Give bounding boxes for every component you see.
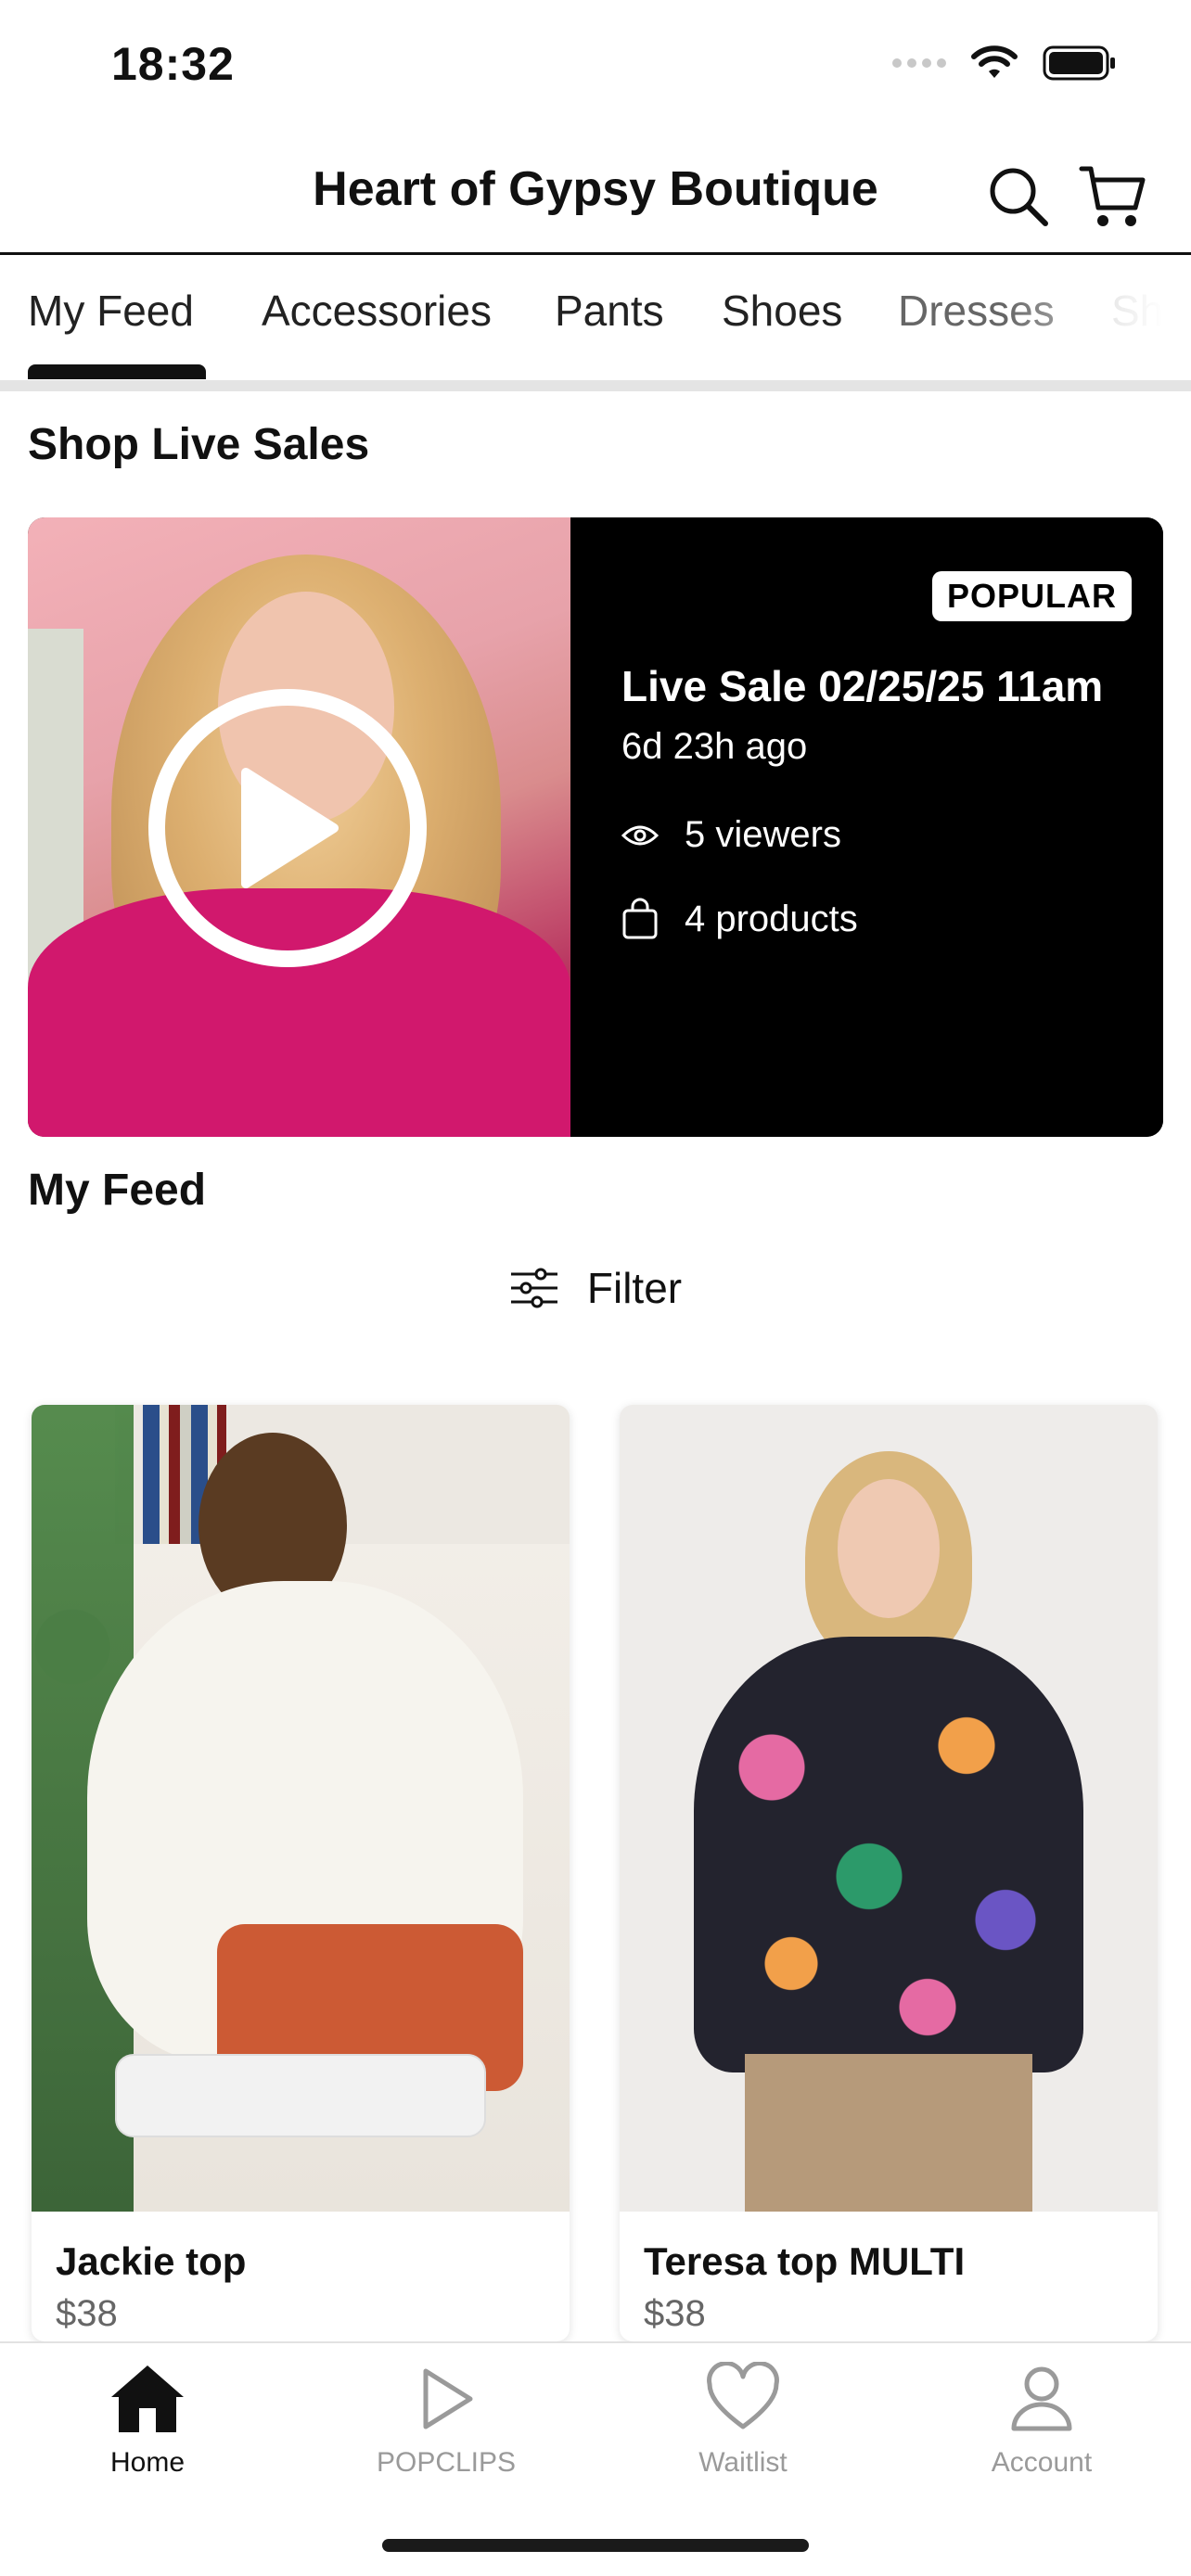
product-card-jackie-top[interactable]: Jackie top $38 <box>32 1405 570 2341</box>
category-tabs: My Feed Accessories Pants Shoes Dresses … <box>0 258 1191 383</box>
filter-button[interactable]: Filter <box>0 1263 1191 1313</box>
status-time: 18:32 <box>111 38 235 90</box>
home-indicator <box>382 2539 809 2552</box>
tab-accessories[interactable]: Accessories <box>262 286 492 336</box>
viewers-count: 5 viewers <box>685 814 841 855</box>
shopping-bag-icon <box>622 898 658 939</box>
tabs-fade <box>1005 258 1191 369</box>
status-bar: 18:32 <box>0 0 1191 130</box>
battery-icon <box>1043 45 1115 81</box>
app-header: Heart of Gypsy Boutique <box>0 139 1191 255</box>
tab-shoes[interactable]: Shoes <box>722 286 842 336</box>
product-price: $38 <box>56 2293 118 2334</box>
tab-active-indicator <box>28 364 206 379</box>
nav-account[interactable]: Account <box>926 2362 1158 2479</box>
nav-label: Home <box>109 2447 186 2478</box>
product-name: Jackie top <box>56 2239 247 2283</box>
popular-badge: POPULAR <box>931 571 1132 621</box>
nav-label: Waitlist <box>698 2447 788 2478</box>
status-icons <box>892 45 1117 82</box>
my-feed-heading: My Feed <box>28 1166 207 1215</box>
search-icon <box>990 168 1048 226</box>
tab-pants[interactable]: Pants <box>555 286 664 336</box>
play-icon <box>241 768 339 888</box>
products-stat: 4 products <box>621 898 858 940</box>
live-sale-info: POPULAR Live Sale 02/25/25 11am 6d 23h a… <box>570 517 1163 1137</box>
home-icon <box>111 2366 184 2432</box>
play-icon <box>423 2368 473 2429</box>
nav-home[interactable]: Home <box>32 2362 263 2479</box>
product-name: Teresa top MULTI <box>644 2239 966 2283</box>
product-image <box>32 1405 570 2212</box>
heart-icon <box>707 2362 779 2429</box>
live-sale-thumbnail <box>28 517 570 1137</box>
search-button[interactable] <box>981 159 1056 234</box>
tabs-divider <box>0 380 1191 391</box>
cart-icon <box>1079 166 1146 226</box>
play-button[interactable] <box>148 689 427 967</box>
wifi-icon <box>971 45 1018 78</box>
products-count: 4 products <box>685 898 858 939</box>
signal-icon <box>892 58 946 68</box>
live-sale-time: 6d 23h ago <box>621 726 808 767</box>
product-price: $38 <box>644 2293 706 2334</box>
live-sale-title: Live Sale 02/25/25 11am <box>621 662 1104 710</box>
product-image <box>620 1405 1158 2212</box>
cart-button[interactable] <box>1076 159 1150 234</box>
eye-icon <box>621 825 659 845</box>
filter-label: Filter <box>586 1264 683 1312</box>
filter-icon <box>510 1268 557 1308</box>
nav-popclips[interactable]: POPCLIPS <box>330 2362 562 2479</box>
product-card-teresa-top[interactable]: Teresa top MULTI $38 <box>620 1405 1158 2341</box>
tab-my-feed[interactable]: My Feed <box>28 286 194 336</box>
nav-label: Account <box>991 2447 1093 2478</box>
nav-label: POPCLIPS <box>376 2447 517 2478</box>
nav-waitlist[interactable]: Waitlist <box>627 2362 859 2479</box>
live-sales-heading: Shop Live Sales <box>28 420 370 469</box>
viewers-stat: 5 viewers <box>621 814 841 856</box>
person-icon <box>1011 2366 1072 2431</box>
live-sale-card[interactable]: POPULAR Live Sale 02/25/25 11am 6d 23h a… <box>28 517 1163 1137</box>
